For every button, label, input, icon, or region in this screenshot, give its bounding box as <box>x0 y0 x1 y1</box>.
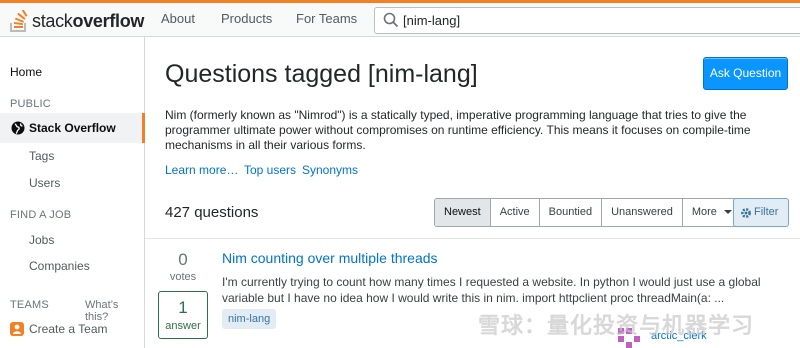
team-icon <box>10 322 24 336</box>
search-value: [nim-lang] <box>403 13 461 28</box>
vote-label: votes <box>169 271 197 283</box>
site-logo[interactable]: stackoverflow <box>10 7 144 35</box>
stackoverflow-logo-icon <box>10 10 28 32</box>
tab-bountied[interactable]: Bountied <box>539 199 603 226</box>
logo-text-bold: overflow <box>72 10 145 31</box>
sidebar-heading-find-a-job: FIND A JOB <box>10 209 72 221</box>
tab-more-label: More <box>691 206 717 218</box>
nav-about[interactable]: About <box>161 11 195 26</box>
synonyms-link[interactable]: Synonyms <box>302 163 358 177</box>
question-count: 427 questions <box>165 204 259 221</box>
sidebar-item-home[interactable]: Home <box>10 65 42 79</box>
ask-question-button[interactable]: Ask Question <box>703 57 788 90</box>
nav-for-teams[interactable]: For Teams <box>296 11 357 26</box>
search-input[interactable]: [nim-lang] <box>374 7 800 34</box>
answer-label: answer <box>165 320 201 332</box>
question-excerpt: I'm currently trying to count how many t… <box>222 275 761 305</box>
nav-products[interactable]: Products <box>221 11 272 26</box>
tab-newest[interactable]: Newest <box>435 199 491 226</box>
tag-nim-lang[interactable]: nim-lang <box>222 309 277 329</box>
top-users-link[interactable]: Top users <box>244 163 296 177</box>
sidebar-item-users[interactable]: Users <box>29 176 60 190</box>
sort-tabs: Newest Active Bountied Unanswered More <box>434 198 742 227</box>
tab-active[interactable]: Active <box>490 199 540 226</box>
search-icon <box>383 12 399 28</box>
gear-icon <box>741 208 751 218</box>
sidebar-item-tags[interactable]: Tags <box>29 149 54 163</box>
sidebar-heading-teams: TEAMS <box>10 299 49 311</box>
logo-text-light: stack <box>32 10 73 31</box>
watermark: 雪球：量化投资与机器学习 <box>478 313 755 338</box>
vote-count: 0 <box>178 250 188 269</box>
answer-count: 1 <box>178 298 188 317</box>
question-title-link[interactable]: Nim counting over multiple threads <box>222 250 438 266</box>
filter-button-label: Filter <box>754 206 779 218</box>
left-sidebar: Home PUBLIC Stack Overflow Tags Users FI… <box>0 37 145 348</box>
top-bar: stackoverflow About Products For Teams [… <box>0 0 800 37</box>
chevron-down-icon <box>723 210 732 215</box>
filter-button[interactable]: Filter <box>733 198 789 227</box>
tab-unanswered[interactable]: Unanswered <box>602 199 683 226</box>
tag-description: Nim (formerly known as "Nimrod") is a st… <box>165 108 751 152</box>
whats-this-link[interactable]: What’s this? <box>85 299 144 323</box>
page-title: Questions tagged [nim-lang] <box>165 60 478 88</box>
sidebar-heading-public: PUBLIC <box>10 98 51 110</box>
sidebar-item-jobs[interactable]: Jobs <box>29 233 54 247</box>
create-team-link[interactable]: Create a Team <box>29 322 108 336</box>
sidebar-item-stack-overflow-label: Stack Overflow <box>29 121 116 135</box>
sidebar-item-companies[interactable]: Companies <box>29 259 90 273</box>
list-divider <box>145 238 800 239</box>
learn-more-link[interactable]: Learn more… <box>165 163 238 177</box>
globe-icon <box>11 121 25 135</box>
